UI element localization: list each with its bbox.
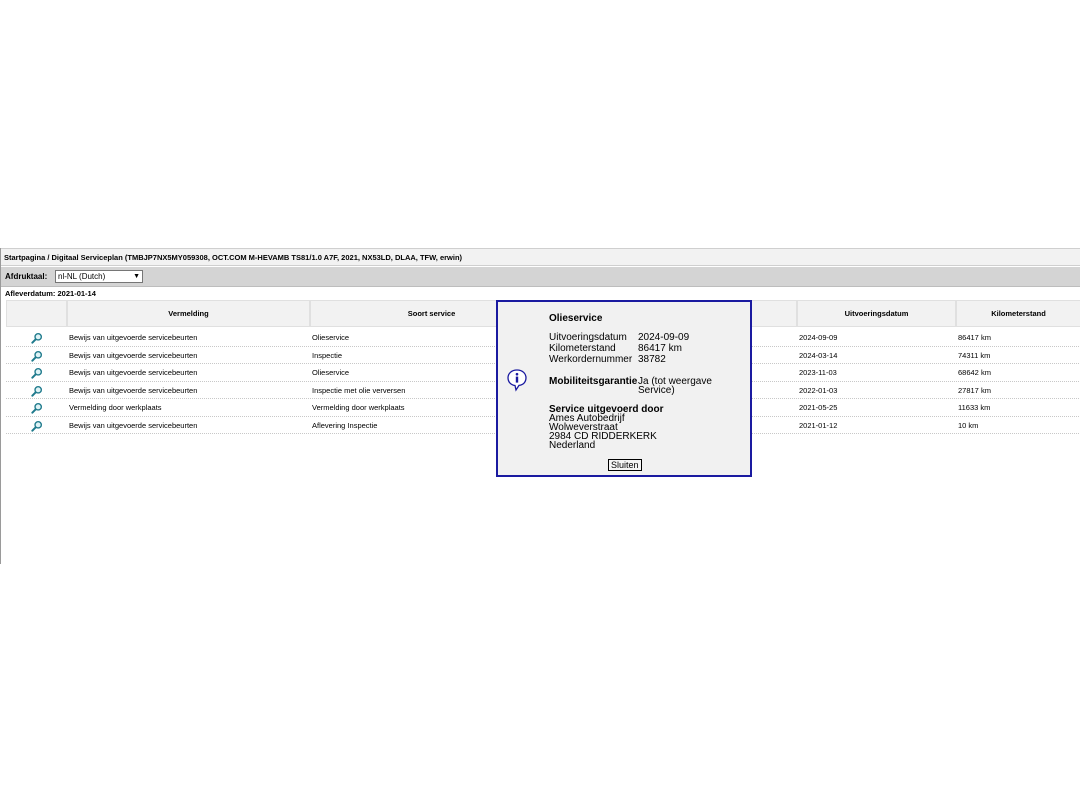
print-language-selected: nl-NL (Dutch): [58, 272, 106, 281]
delivery-date: Afleverdatum: 2021-01-14: [5, 289, 96, 298]
cell-soort-service: Aflevering Inspectie: [312, 420, 378, 430]
header-vermelding: Vermelding: [67, 300, 310, 327]
odometer-value: 86417 km: [638, 343, 682, 354]
cell-uitvoeringsdatum: 2021-05-25: [799, 403, 838, 412]
cell-vermelding: Vermelding door werkplaats: [69, 403, 162, 412]
chevron-down-icon: ▼: [133, 273, 140, 280]
header-icon-column: [6, 300, 67, 327]
odometer-label: Kilometerstand: [549, 343, 616, 354]
cell-soort-service: Inspectie: [312, 350, 343, 360]
work-order-value: 38782: [638, 354, 666, 365]
cell-soort-service: Vermelding door werkplaats: [312, 403, 405, 412]
cell-uitvoeringsdatum: 2024-03-14: [799, 350, 838, 360]
cell-soort-service: Olieservice: [312, 333, 350, 342]
magnifier-icon[interactable]: [30, 367, 43, 380]
cell-soort-service: Olieservice: [312, 368, 350, 377]
cell-vermelding: Bewijs van uitgevoerde servicebeurten: [69, 385, 198, 395]
cell-vermelding: Bewijs van uitgevoerde servicebeurten: [69, 368, 198, 377]
cell-uitvoeringsdatum: 2022-01-03: [799, 385, 838, 395]
cell-uitvoeringsdatum: 2023-11-03: [799, 368, 837, 377]
cell-vermelding: Bewijs van uitgevoerde servicebeurten: [69, 420, 198, 430]
dealer-country: Nederland: [549, 440, 596, 451]
cell-kilometerstand: 86417 km: [958, 333, 991, 342]
magnifier-icon[interactable]: [30, 350, 43, 363]
magnifier-icon[interactable]: [30, 332, 43, 345]
print-language-select[interactable]: nl-NL (Dutch) ▼: [55, 270, 143, 283]
execution-date-label: Uitvoeringsdatum: [549, 332, 627, 343]
cell-kilometerstand: 74311 km: [958, 350, 991, 360]
close-button[interactable]: Sluiten: [608, 459, 642, 471]
work-order-label: Werkordernummer: [549, 354, 633, 365]
magnifier-icon[interactable]: [30, 385, 43, 398]
dialog-title: Olieservice: [549, 313, 603, 324]
cell-soort-service: Inspectie met olie verversen: [312, 385, 406, 395]
cell-uitvoeringsdatum: 2024-09-09: [799, 333, 838, 342]
cell-kilometerstand: 68642 km: [958, 368, 991, 377]
service-detail-dialog: Olieservice Uitvoeringsdatum 2024-09-09 …: [496, 300, 752, 477]
breadcrumb: Startpagina / Digitaal Serviceplan (TMBJ…: [1, 248, 1080, 266]
cell-uitvoeringsdatum: 2021-01-12: [799, 420, 838, 430]
cell-kilometerstand: 27817 km: [958, 385, 991, 395]
mobility-guarantee-label: Mobiliteitsgarantie: [549, 376, 638, 387]
magnifier-icon[interactable]: [30, 420, 43, 433]
cell-kilometerstand: 10 km: [958, 420, 979, 430]
cell-kilometerstand: 11633 km: [958, 403, 991, 412]
info-balloon-icon: [507, 369, 527, 392]
cell-vermelding: Bewijs van uitgevoerde servicebeurten: [69, 350, 198, 360]
header-kilometerstand: Kilometerstand: [956, 300, 1080, 327]
header-uitvoeringsdatum: Uitvoeringsdatum: [797, 300, 956, 327]
print-language-bar: Afdruktaal: nl-NL (Dutch) ▼: [1, 267, 1080, 287]
magnifier-icon[interactable]: [30, 402, 43, 415]
execution-date-value: 2024-09-09: [638, 332, 690, 343]
print-language-label: Afdruktaal:: [5, 272, 48, 281]
mobility-guarantee-value-line2: Service): [638, 385, 675, 396]
cell-vermelding: Bewijs van uitgevoerde servicebeurten: [69, 333, 198, 342]
